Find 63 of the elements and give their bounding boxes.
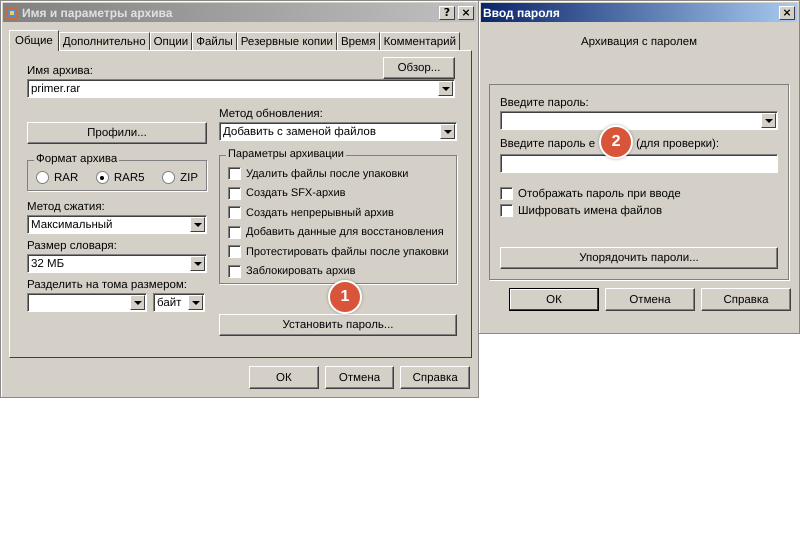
checkbox[interactable] bbox=[228, 245, 241, 258]
confirm-label: Введите пароль е bbox=[500, 138, 596, 150]
checkbox[interactable] bbox=[228, 167, 241, 180]
archive-name-label: Имя архива: bbox=[27, 65, 94, 77]
tab[interactable]: Комментарий bbox=[380, 32, 460, 50]
tab[interactable]: Опции bbox=[150, 32, 192, 50]
window-title: Имя и параметры архива bbox=[22, 6, 174, 20]
checkbox[interactable] bbox=[228, 226, 241, 239]
checkbox[interactable] bbox=[228, 264, 241, 278]
checkbox-option[interactable]: Создать SFX-архив bbox=[228, 184, 452, 203]
archive-name-combo[interactable]: primer.rar bbox=[27, 79, 455, 98]
checkbox[interactable] bbox=[500, 187, 513, 200]
radio-button[interactable] bbox=[96, 171, 109, 184]
tab[interactable]: Общие bbox=[9, 30, 59, 51]
window-title: Ввод пароля bbox=[483, 6, 561, 20]
tab[interactable]: Время bbox=[336, 32, 380, 50]
tab[interactable]: Резервные копии bbox=[236, 32, 337, 50]
checkbox-option[interactable]: Отображать пароль при вводе bbox=[500, 187, 778, 200]
password-label: Введите пароль: bbox=[500, 97, 590, 109]
set-password-button[interactable]: Установить пароль... bbox=[219, 314, 457, 336]
group-title: Параметры архивации bbox=[226, 148, 346, 160]
radio-button[interactable] bbox=[162, 171, 176, 184]
dictionary-label: Размер словаря: bbox=[27, 240, 118, 252]
compression-label: Метод сжатия: bbox=[27, 201, 106, 213]
radio-option[interactable]: RAR5 bbox=[96, 171, 145, 184]
dictionary-combo[interactable]: 32 МБ bbox=[27, 254, 207, 273]
radio-option[interactable]: RAR bbox=[36, 171, 78, 184]
browse-button[interactable]: Обзор... bbox=[383, 57, 455, 79]
confirm-label: (для проверки): bbox=[636, 138, 720, 150]
checkbox-option[interactable]: Создать непрерывный архив bbox=[228, 203, 452, 222]
checkbox-option[interactable]: Протестировать файлы после упаковки bbox=[228, 242, 452, 262]
dialog-button[interactable]: Отмена bbox=[324, 366, 394, 389]
split-label: Разделить на тома размером: bbox=[27, 279, 188, 291]
profiles-button[interactable]: Профили... bbox=[27, 122, 207, 144]
group-title: Формат архива bbox=[34, 153, 120, 165]
checkbox[interactable] bbox=[228, 186, 241, 200]
radio-option[interactable]: ZIP bbox=[162, 171, 198, 184]
checkbox[interactable] bbox=[228, 206, 241, 220]
update-method-label: Метод обновления: bbox=[219, 108, 324, 120]
checkbox-option[interactable]: Удалить файлы после упаковки bbox=[228, 164, 452, 184]
tab[interactable]: Дополнительно bbox=[58, 32, 150, 50]
tab[interactable]: Файлы bbox=[192, 32, 237, 50]
compression-combo[interactable]: Максимальный bbox=[27, 215, 207, 234]
checkbox[interactable] bbox=[500, 204, 513, 217]
volume-size-combo[interactable] bbox=[27, 293, 147, 312]
radio-button[interactable] bbox=[36, 171, 49, 184]
organize-passwords-button[interactable]: Упорядочить пароли... bbox=[500, 247, 778, 269]
dialog-button[interactable]: Справка bbox=[701, 288, 791, 311]
password-combo[interactable] bbox=[500, 111, 778, 130]
checkbox-option[interactable]: Заблокировать архив bbox=[228, 262, 452, 281]
close-button[interactable]: × bbox=[779, 6, 795, 20]
update-method-combo[interactable]: Добавить с заменой файлов bbox=[219, 122, 457, 141]
dialog-button[interactable]: Отмена bbox=[605, 288, 695, 311]
dialog-heading: Архивация с паролем bbox=[580, 36, 698, 48]
archive-app-icon bbox=[5, 6, 19, 20]
checkbox-option[interactable]: Добавить данные для восстановления bbox=[228, 222, 452, 242]
unit-combo[interactable]: байт bbox=[153, 293, 205, 312]
checkbox-option[interactable]: Шифровать имена файлов bbox=[500, 204, 778, 217]
dialog-button[interactable]: Справка bbox=[400, 366, 470, 389]
dialog-button[interactable]: ОК bbox=[509, 288, 599, 311]
step-badge: 1 bbox=[328, 280, 362, 314]
confirm-password-field[interactable] bbox=[500, 154, 778, 173]
dialog-button[interactable]: ОК bbox=[249, 366, 319, 389]
